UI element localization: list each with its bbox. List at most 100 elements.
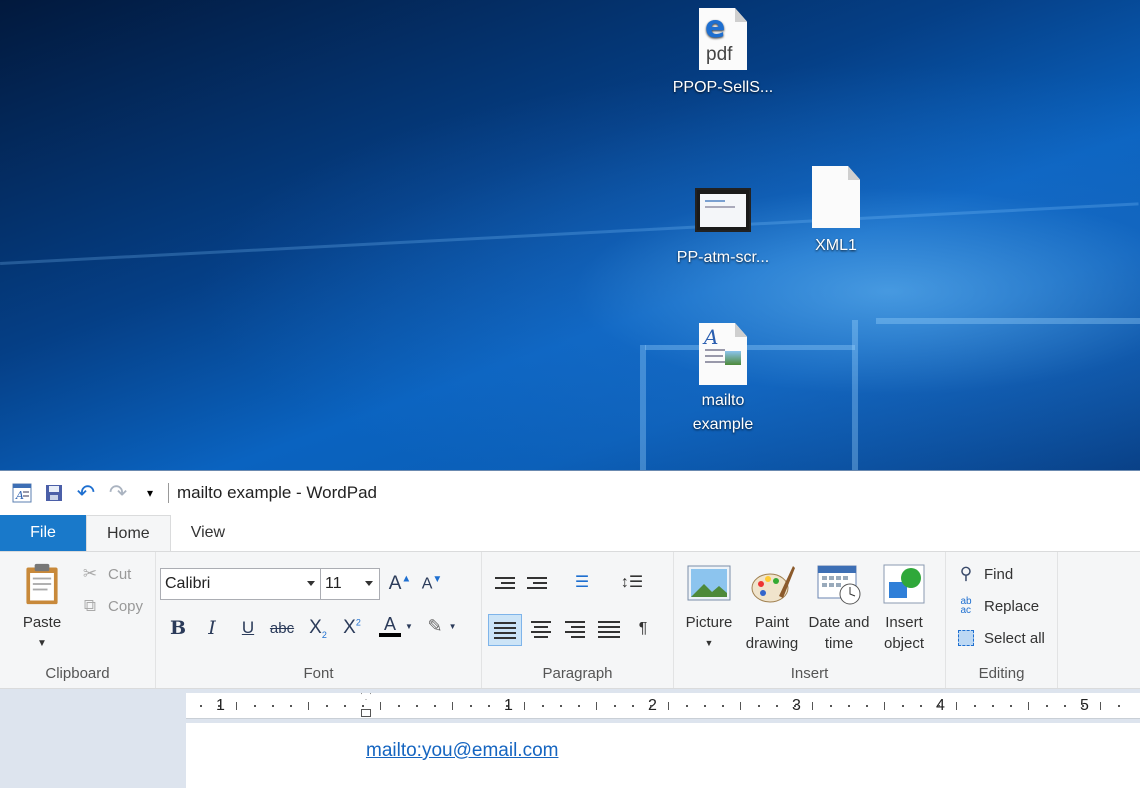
decrease-indent-button[interactable] (490, 568, 520, 598)
ruler-dot (506, 705, 508, 707)
ruler[interactable]: 1 1 2 3 4 5 (186, 693, 1140, 719)
ruler-dot (578, 705, 580, 707)
chevron-down-icon: ▼ (405, 621, 413, 631)
document-page[interactable]: mailto:you@email.com (186, 723, 1140, 788)
tab-file[interactable]: File (0, 515, 86, 551)
tab-view[interactable]: View (171, 515, 245, 551)
font-family-select[interactable]: Calibri (160, 568, 322, 600)
justify-button[interactable] (594, 614, 624, 644)
paste-icon (26, 563, 58, 605)
cut-button[interactable]: ✂ Cut (80, 564, 131, 584)
desktop-icon-label: example (692, 416, 754, 433)
select-all-label: Select all (984, 629, 1045, 647)
bullet-list-button[interactable]: ☰ (560, 568, 604, 598)
picture-icon (687, 565, 731, 601)
insert-picture-button[interactable]: Picture ▼ (682, 562, 736, 654)
mailto-link[interactable]: mailto:you@email.com (366, 740, 558, 762)
tab-home[interactable]: Home (86, 515, 171, 551)
chevron-down-icon: ▼ (704, 638, 714, 648)
ruler-dot (344, 705, 346, 707)
replace-button[interactable]: ab ac Replace (956, 596, 1039, 616)
strikethrough-icon: abc (269, 619, 295, 637)
ruler-dot (974, 705, 976, 707)
light-beam (876, 318, 1140, 324)
line-spacing-button[interactable]: ↕☰ (610, 568, 654, 598)
shrink-font-button[interactable]: A▼ (418, 570, 446, 598)
group-label-insert: Insert (790, 665, 829, 682)
ruler-dot (542, 705, 544, 707)
ruler-dot (470, 705, 472, 707)
ruler-dot (992, 705, 994, 707)
bold-button[interactable]: B (164, 614, 192, 642)
title-bar: A ↶ ↷ ▾ mailto example - WordPad (0, 471, 1140, 515)
font-size-select[interactable]: 11 (320, 568, 380, 600)
ribbon-tabs: File Home View (0, 515, 1140, 551)
ruler-dot (326, 705, 328, 707)
font-size-value: 11 (325, 575, 342, 592)
select-all-button[interactable]: Select all (956, 628, 1045, 648)
highlight-color-button[interactable]: ✎ ▼ (420, 612, 464, 640)
desktop-icon-xml1[interactable]: XML1 (781, 166, 891, 258)
ruler-tick (236, 702, 237, 710)
desktop-icon-label: mailto (701, 392, 745, 409)
subscript-button[interactable]: X2 (304, 614, 332, 642)
redo-icon[interactable]: ↷ (106, 480, 130, 505)
ruler-dot (722, 705, 724, 707)
shrink-font-icon: A▼ (421, 574, 443, 593)
desktop-icon-label: PP-atm-scr... (676, 249, 770, 266)
align-center-button[interactable] (526, 614, 556, 644)
align-right-button[interactable] (560, 614, 590, 644)
date-time-button[interactable]: Date and time (806, 562, 872, 654)
desktop: e pdf PPOP-SellS... PP-atm-scr... XML1 A… (0, 0, 1140, 470)
grow-font-button[interactable]: A▲ (386, 570, 414, 598)
insert-object-button[interactable]: Insert object (876, 562, 932, 654)
ruler-dot (614, 705, 616, 707)
ruler-dot (686, 705, 688, 707)
strikethrough-button[interactable]: abc (268, 614, 296, 642)
customize-qat-chevron-icon[interactable]: ▾ (138, 481, 162, 505)
ruler-dot (254, 705, 256, 707)
object-label-1: Insert (885, 614, 923, 631)
copy-button[interactable]: ⧉ Copy (80, 596, 143, 616)
increase-indent-button[interactable] (522, 568, 552, 598)
subscript-icon: X2 (309, 616, 327, 640)
ruler-tick (380, 702, 381, 710)
ruler-dot (758, 705, 760, 707)
paint-palette-icon (751, 566, 795, 603)
ruler-dot (560, 705, 562, 707)
ruler-dot (938, 705, 940, 707)
find-button[interactable]: ⚲ Find (956, 564, 1013, 584)
underline-icon: U (241, 618, 255, 637)
text-color-button[interactable]: A ▼ (374, 612, 418, 640)
underline-button[interactable]: U (234, 614, 262, 642)
binoculars-icon: ⚲ (959, 564, 973, 583)
ruler-tick (884, 702, 885, 710)
wordpad-app-icon[interactable]: A (10, 481, 34, 505)
desktop-icon-screenshot[interactable]: PP-atm-scr... (668, 184, 778, 270)
paint-label-1: Paint (754, 614, 790, 631)
desktop-icon-mailto-example[interactable]: A mailto example (668, 323, 778, 437)
group-label-clipboard: Clipboard (45, 665, 110, 682)
superscript-button[interactable]: X2 (338, 614, 366, 642)
ribbon-home: Paste ▼ ✂ Cut ⧉ Copy Clipboard Calibri 1… (0, 551, 1140, 689)
paint-drawing-button[interactable]: Paint drawing (740, 562, 804, 654)
ruler-dot (398, 705, 400, 707)
desktop-icon-pdf[interactable]: e pdf PPOP-SellS... (668, 8, 778, 100)
paste-button[interactable]: Paste ▼ (14, 562, 70, 654)
datetime-label-1: Date and (808, 614, 870, 631)
undo-icon[interactable]: ↶ (74, 480, 98, 505)
italic-button[interactable]: I (198, 614, 226, 642)
ruler-dot (1064, 705, 1066, 707)
light-beam (852, 320, 858, 470)
paragraph-settings-button[interactable]: ¶ (628, 614, 658, 644)
ruler-dot (1010, 705, 1012, 707)
light-beam (0, 202, 1139, 265)
align-left-button[interactable] (488, 614, 522, 646)
light-beam (640, 345, 646, 470)
save-icon[interactable] (42, 481, 66, 505)
calendar-clock-icon (817, 565, 861, 605)
italic-icon: I (208, 617, 216, 639)
paste-dropdown-icon[interactable]: ▼ (37, 633, 47, 654)
wordpad-window: A ↶ ↷ ▾ mailto example - WordPad File Ho… (0, 470, 1140, 788)
copy-icon: ⧉ (83, 596, 97, 615)
